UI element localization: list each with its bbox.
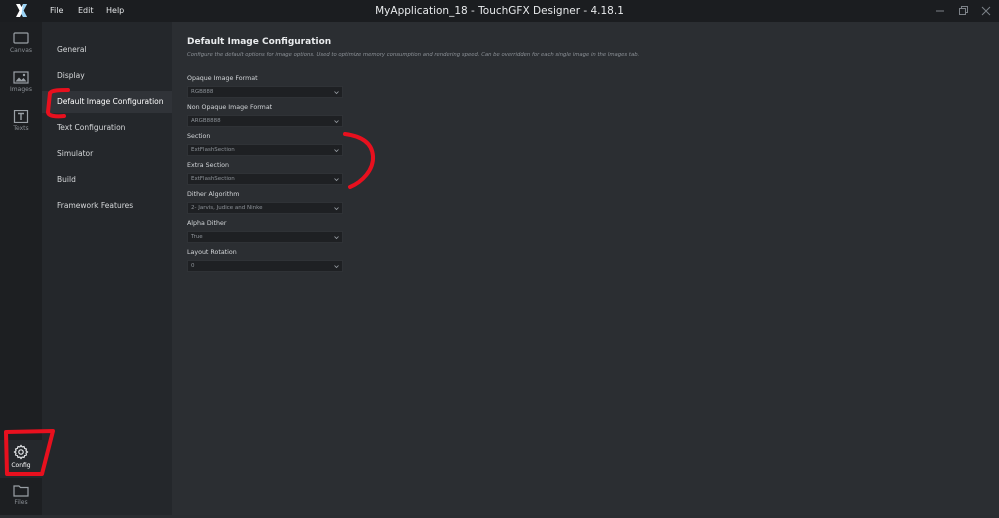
category-framework-features[interactable]: Framework Features <box>42 195 172 217</box>
extra-section-label: Extra Section <box>187 162 230 169</box>
category-build[interactable]: Build <box>42 169 172 191</box>
minimize-icon[interactable] <box>933 4 947 18</box>
rail-label-canvas: Canvas <box>9 47 33 54</box>
category-simulator[interactable]: Simulator <box>42 143 172 165</box>
gear-icon <box>13 444 29 460</box>
rail-item-config[interactable]: Config <box>0 440 42 478</box>
category-default-image-configuration[interactable]: Default Image Configuration <box>42 91 172 113</box>
chevron-down-icon <box>334 120 339 124</box>
restore-icon[interactable] <box>956 4 970 18</box>
menu-help[interactable]: Help <box>106 0 124 22</box>
section-label: Section <box>187 133 211 140</box>
layout-rotation-value: 0 <box>191 263 195 269</box>
touchgfx-logo-icon <box>16 4 27 17</box>
dither-algorithm-dropdown[interactable]: 2- Jarvis, Judice and Ninke <box>187 202 343 214</box>
category-general[interactable]: General <box>42 39 172 61</box>
page-description: Configure the default options for image … <box>187 52 640 58</box>
nav-rail: Canvas Images Texts Config Files <box>0 22 42 515</box>
layout-rotation-dropdown[interactable]: 0 <box>187 260 343 272</box>
chevron-down-icon <box>334 91 339 95</box>
close-icon[interactable] <box>979 4 993 18</box>
dither-algorithm-label: Dither Algorithm <box>187 191 240 198</box>
chevron-down-icon <box>334 236 339 240</box>
rail-item-canvas[interactable]: Canvas <box>0 28 42 66</box>
rail-item-files[interactable]: Files <box>0 480 42 518</box>
rail-label-config: Config <box>11 462 31 469</box>
layout-rotation-label: Layout Rotation <box>187 249 237 256</box>
category-display[interactable]: Display <box>42 65 172 87</box>
texts-icon <box>13 110 29 123</box>
rail-label-texts: Texts <box>13 125 29 132</box>
section-dropdown[interactable]: ExtFlashSection <box>187 144 343 156</box>
menu-file[interactable]: File <box>50 0 63 22</box>
config-content: Default Image Configuration Configure th… <box>172 22 999 515</box>
chevron-down-icon <box>334 178 339 182</box>
category-text-configuration[interactable]: Text Configuration <box>42 117 172 139</box>
folder-icon <box>13 485 29 497</box>
non-opaque-image-format-value: ARGB8888 <box>191 118 221 124</box>
chevron-down-icon <box>334 149 339 153</box>
section-value: ExtFlashSection <box>191 147 235 153</box>
opaque-image-format-dropdown[interactable]: RGB888 <box>187 86 343 98</box>
alpha-dither-value: True <box>191 234 203 240</box>
rail-label-files: Files <box>14 499 28 506</box>
dither-algorithm-value: 2- Jarvis, Judice and Ninke <box>191 205 263 211</box>
images-icon <box>13 71 29 84</box>
non-opaque-image-format-label: Non Opaque Image Format <box>187 104 273 111</box>
menu-edit[interactable]: Edit <box>78 0 94 22</box>
non-opaque-image-format-dropdown[interactable]: ARGB8888 <box>187 115 343 127</box>
opaque-image-format-label: Opaque Image Format <box>187 75 258 82</box>
chevron-down-icon <box>334 207 339 211</box>
canvas-icon <box>13 32 29 44</box>
alpha-dither-dropdown[interactable]: True <box>187 231 343 243</box>
rail-label-images: Images <box>10 86 32 93</box>
extra-section-value: ExtFlashSection <box>191 176 235 182</box>
extra-section-dropdown[interactable]: ExtFlashSection <box>187 173 343 185</box>
window-title: MyApplication_18 - TouchGFX Designer - 4… <box>375 5 624 17</box>
alpha-dither-label: Alpha Dither <box>187 220 227 227</box>
page-title: Default Image Configuration <box>187 37 332 47</box>
chevron-down-icon <box>334 265 339 269</box>
opaque-image-format-value: RGB888 <box>191 89 214 95</box>
title-bar: File Edit Help MyApplication_18 - TouchG… <box>0 0 999 22</box>
rail-item-texts[interactable]: Texts <box>0 106 42 144</box>
config-categories: General Display Default Image Configurat… <box>42 22 172 515</box>
rail-item-images[interactable]: Images <box>0 67 42 105</box>
